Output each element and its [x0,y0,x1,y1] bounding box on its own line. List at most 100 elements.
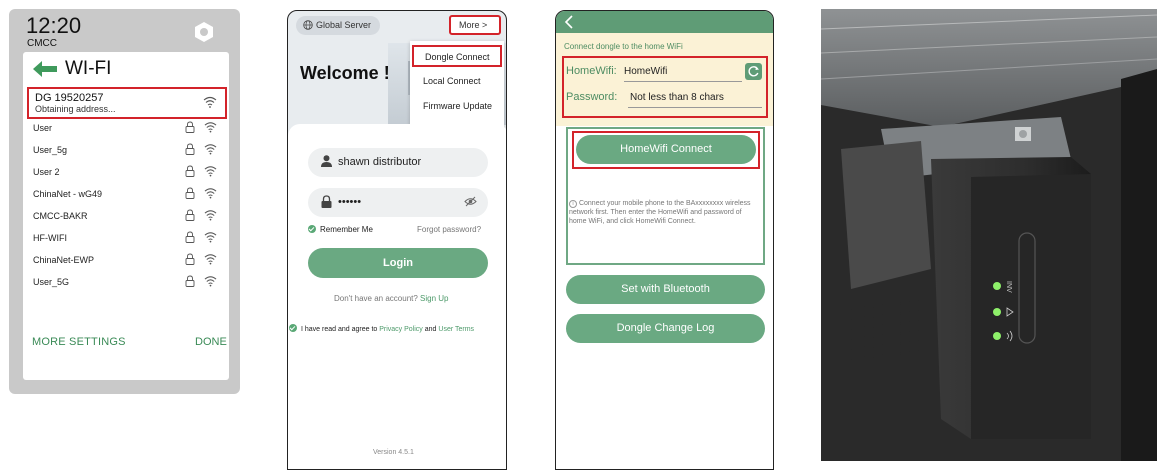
globe-icon [303,20,313,30]
wifi-settings-screen: 12:20 CMCC WI-FI DG 19520257 Obtaining a… [9,9,240,394]
lock-icon [185,209,195,221]
wifi-signal-icon [204,254,217,265]
wifi-signal-icon [203,96,217,108]
refresh-button[interactable] [745,63,762,80]
network-item[interactable]: CMCC-BAKR [23,207,229,229]
network-item[interactable]: User_5g [23,141,229,163]
wifi-signal-icon [204,210,217,221]
carrier-label: CMCC [27,38,57,49]
network-name: User [33,123,53,133]
hide-password-icon[interactable] [464,196,477,207]
signup-prompt: Don't have an account? Sign Up [334,294,449,303]
lock-icon [185,187,195,199]
lock-icon [185,165,195,177]
forgot-password-link[interactable]: Forgot password? [417,225,481,234]
screen-subtitle: Connect dongle to the home WiFi [564,42,683,51]
network-name: User_5G [33,277,70,287]
checkbox-checked-icon [308,225,316,233]
dongle-device-image: INV [821,9,1157,461]
refresh-icon [748,66,759,77]
wifi-signal-icon [204,166,217,177]
wifi-signal-icon [204,276,217,287]
inv-label: INV [1005,281,1012,293]
password-input[interactable]: Not less than 8 chars [630,92,724,103]
lock-icon [185,231,195,243]
current-network-name: DG 19520257 [35,92,104,104]
welcome-heading: Welcome ! [300,63,390,83]
homewifi-input[interactable]: HomeWifi [624,66,667,77]
menu-item-local-connect[interactable]: Local Connect [410,70,504,94]
username-field[interactable]: shawn distributor [308,148,488,177]
homewifi-underline [624,81,742,82]
info-icon: i [569,200,577,208]
login-button[interactable]: Login [308,248,488,278]
network-item[interactable]: User [23,119,229,141]
network-name: User 2 [33,167,60,177]
terms-agreement[interactable]: I have read and agree to Privacy Policy … [289,324,474,333]
agree-text: I have read and agree to [301,326,378,333]
lock-icon [321,195,332,208]
current-network-item[interactable]: DG 19520257 Obtaining address... [27,87,227,119]
status-clock: 12:20 [26,13,82,38]
menu-item-label: Firmware Update [423,101,493,111]
network-item[interactable]: User_5G [23,273,229,295]
more-settings-link[interactable]: MORE SETTINGS [32,336,126,348]
lock-icon [185,275,195,287]
dongle-connect-screen: Connect dongle to the home WiFi HomeWifi… [555,10,774,470]
network-item[interactable]: HF-WIFI [23,229,229,251]
network-name: User_5g [33,145,68,155]
more-menu: Dongle Connect Local Connect Firmware Up… [410,41,504,127]
instruction-note: i Connect your mobile phone to the BAxxx… [569,199,759,226]
password-underline [628,107,762,108]
wifi-signal-icon [204,122,217,133]
user-icon [321,155,332,167]
wifi-sheet: WI-FI DG 19520257 Obtaining address... U… [23,52,229,380]
wifi-signal-icon [204,144,217,155]
instruction-text: Connect your mobile phone to the BAxxxxx… [569,200,751,225]
user-terms-link[interactable]: User Terms [438,326,474,333]
version-label: Version 4.5.1 [373,449,414,456]
and-text: and [424,326,437,333]
homewifi-connect-button[interactable]: HomeWifi Connect [576,135,756,164]
login-screen: Global Server More > Welcome ! Dongle Co… [287,10,507,470]
server-label: Global Server [316,20,372,30]
network-name: ChinaNet-EWP [33,255,95,265]
done-button[interactable]: DONE [195,336,227,348]
network-name: CMCC-BAKR [33,211,88,221]
sign-up-link[interactable]: Sign Up [420,294,448,303]
homewifi-label: HomeWifi: [566,65,617,77]
checkbox-checked-icon [289,324,297,332]
more-label: More > [459,20,488,30]
wifi-signal-icon [204,188,217,199]
bluetooth-button[interactable]: Set with Bluetooth [566,275,765,304]
current-network-status: Obtaining address... [35,104,116,114]
lock-icon [185,143,195,155]
network-item[interactable]: ChinaNet-EWP [23,251,229,273]
password-field[interactable]: •••••• [308,188,488,217]
change-log-button[interactable]: Dongle Change Log [566,314,765,343]
menu-item-label: Dongle Connect [425,52,490,62]
menu-item-firmware-update[interactable]: Firmware Update [410,95,504,119]
network-item[interactable]: User 2 [23,163,229,185]
username-value: shawn distributor [338,156,422,168]
password-label: Password: [566,91,618,103]
server-selector[interactable]: Global Server [296,16,380,35]
lock-icon [185,253,195,265]
network-name: ChinaNet - wG49 [33,189,103,199]
network-item[interactable]: ChinaNet - wG49 [23,185,229,207]
menu-item-label: Local Connect [423,76,481,86]
lock-icon [185,121,195,133]
privacy-policy-link[interactable]: Privacy Policy [379,326,423,333]
remember-me-label: Remember Me [320,225,373,234]
back-chevron-icon[interactable] [564,15,574,29]
device-photo: INV [821,9,1157,461]
top-bar [556,11,773,33]
menu-item-dongle-connect[interactable]: Dongle Connect [412,45,502,67]
hexagon-icon[interactable] [193,21,215,43]
network-name: HF-WIFI [33,233,67,243]
remember-me-checkbox[interactable]: Remember Me [308,225,373,234]
page-title: WI-FI [65,58,112,79]
no-account-text: Don't have an account? [334,294,418,303]
more-button[interactable]: More > [449,15,501,35]
back-arrow-icon[interactable] [33,61,57,77]
